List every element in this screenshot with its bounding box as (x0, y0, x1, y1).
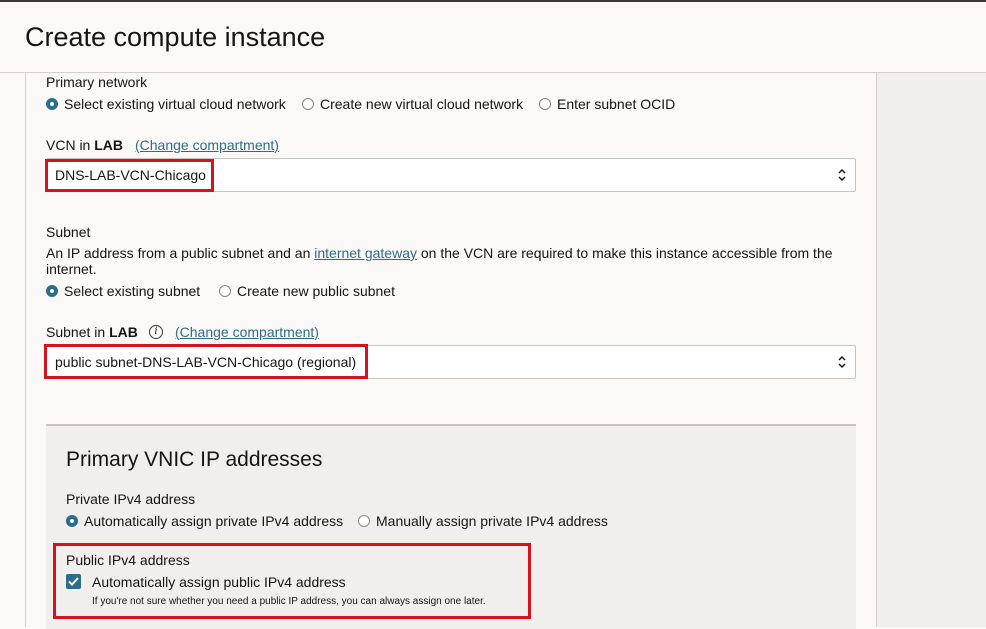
select-chevron-icon (838, 168, 846, 182)
radio-manual-private-ipv4[interactable]: Manually assign private IPv4 address (358, 512, 608, 530)
auto-public-ipv4-checkbox[interactable] (66, 574, 81, 589)
radio-selected-icon (46, 98, 58, 110)
select-chevron-icon (838, 355, 846, 369)
internet-gateway-link[interactable]: internet gateway (314, 245, 417, 261)
radio-create-new-subnet[interactable]: Create new public subnet (219, 282, 395, 300)
subnet-select-label: Subnet in LAB (46, 324, 138, 340)
vcn-select[interactable]: DNS-LAB-VCN-Chicago (46, 158, 856, 192)
page-title: Create compute instance (25, 22, 326, 52)
vnic-panel-title: Primary VNIC IP addresses (66, 448, 323, 471)
radio-create-new-vcn[interactable]: Create new virtual cloud network (302, 95, 523, 113)
vcn-change-compartment-link[interactable]: (Change compartment) (135, 137, 279, 153)
subnet-select[interactable]: public subnet-DNS-LAB-VCN-Chicago (regio… (46, 345, 856, 379)
radio-selected-icon (46, 285, 58, 297)
subnet-help-text: An IP address from a public subnet and a… (46, 245, 315, 261)
info-icon[interactable]: i (149, 325, 163, 339)
subnet-select-value: public subnet-DNS-LAB-VCN-Chicago (regio… (55, 354, 357, 370)
right-gutter (876, 73, 986, 627)
radio-unselected-icon (358, 515, 370, 527)
subnet-change-compartment-link[interactable]: (Change compartment) (175, 324, 319, 340)
vcn-label: VCN in LAB (46, 137, 123, 153)
radio-label: Enter subnet OCID (557, 96, 676, 112)
vcn-compartment: LAB (94, 137, 124, 153)
public-ipv4-label: Public IPv4 address (66, 552, 190, 568)
checkmark-icon (68, 577, 79, 586)
subnet-help-line1: An IP address from a public subnet and a… (46, 245, 833, 261)
radio-label: Manually assign private IPv4 address (376, 513, 608, 529)
left-gutter (0, 73, 26, 627)
radio-unselected-icon (219, 285, 231, 297)
radio-unselected-icon (539, 98, 551, 110)
subnet-label: Subnet (46, 224, 91, 240)
radio-label: Create new virtual cloud network (320, 96, 524, 112)
radio-select-existing-subnet[interactable]: Select existing subnet (46, 282, 200, 300)
private-ipv4-label: Private IPv4 address (66, 491, 196, 507)
subnet-help-line2: internet. (46, 261, 97, 277)
subnet-help-text-after: on the VCN are required to make this ins… (416, 245, 833, 261)
subnet-label-prefix: Subnet in (46, 324, 110, 340)
radio-auto-private-ipv4[interactable]: Automatically assign private IPv4 addres… (66, 512, 343, 530)
radio-label: Automatically assign private IPv4 addres… (84, 513, 344, 529)
radio-label: Select existing subnet (64, 283, 201, 299)
public-ipv4-help-text: If you're not sure whether you need a pu… (92, 596, 486, 607)
radio-label: Create new public subnet (237, 283, 395, 299)
radio-unselected-icon (302, 98, 314, 110)
auto-public-ipv4-label: Automatically assign public IPv4 address (92, 574, 346, 590)
radio-label: Select existing virtual cloud network (64, 96, 286, 112)
subnet-compartment: LAB (109, 324, 138, 340)
radio-enter-subnet-ocid[interactable]: Enter subnet OCID (539, 95, 675, 113)
radio-selected-icon (66, 515, 78, 527)
vcn-label-prefix: VCN in (46, 137, 95, 153)
vcn-select-value: DNS-LAB-VCN-Chicago (55, 167, 206, 183)
radio-select-existing-vcn[interactable]: Select existing virtual cloud network (46, 95, 286, 113)
vnic-panel: Primary VNIC IP addresses Private IPv4 a… (46, 424, 856, 629)
primary-network-label: Primary network (46, 74, 148, 90)
page-header: Create compute instance (0, 2, 986, 73)
